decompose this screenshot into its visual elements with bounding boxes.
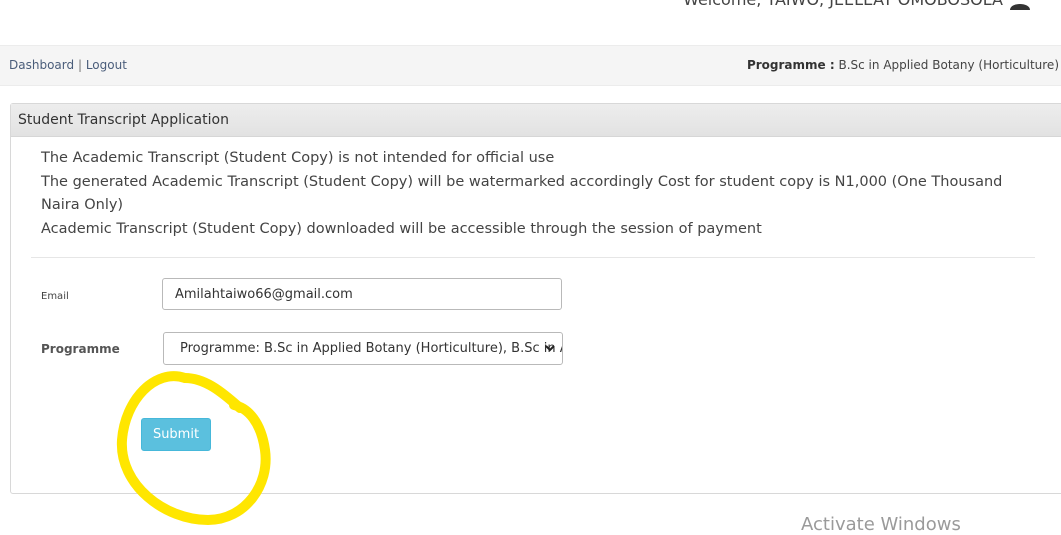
note-line: Academic Transcript (Student Copy) downl… (41, 220, 762, 237)
logout-link[interactable]: Logout (86, 58, 127, 72)
panel-title: Student Transcript Application (11, 104, 1061, 137)
note-line: The Academic Transcript (Student Copy) i… (41, 150, 555, 166)
notes-block: The Academic Transcript (Student Copy) i… (41, 147, 1021, 241)
programme-info-label: Programme : (746, 58, 835, 72)
divider (31, 257, 1035, 258)
programme-info-value: B.Sc in Applied Botany (Horticulture) (838, 58, 1059, 72)
email-field[interactable]: Amilahtaiwo66@gmail.com (162, 278, 562, 310)
nav-separator: | (77, 58, 82, 72)
note-line: The generated Academic Transcript (Stude… (41, 173, 1003, 214)
welcome-text: Welcome, TAIWO, JEELEAT OMOBOSOLA (683, 0, 1003, 9)
user-icon (1010, 4, 1030, 10)
top-nav-bar: Dashboard | Logout Programme : B.Sc in A… (0, 45, 1061, 86)
activate-windows-watermark: Activate Windows (801, 514, 961, 535)
programme-info: Programme : B.Sc in Applied Botany (Hort… (747, 58, 1059, 72)
email-label: Email (41, 291, 69, 302)
dashboard-link[interactable]: Dashboard (9, 58, 74, 72)
programme-select-value: Programme: B.Sc in Applied Botany (Horti… (180, 341, 562, 356)
nav-links: Dashboard | Logout (9, 58, 127, 72)
chevron-down-icon (545, 345, 555, 352)
highlight-circle-annotation (116, 371, 271, 526)
welcome-greeting: Welcome, TAIWO, JEELEAT OMOBOSOLA (683, 0, 1031, 10)
programme-label: Programme (41, 342, 120, 356)
